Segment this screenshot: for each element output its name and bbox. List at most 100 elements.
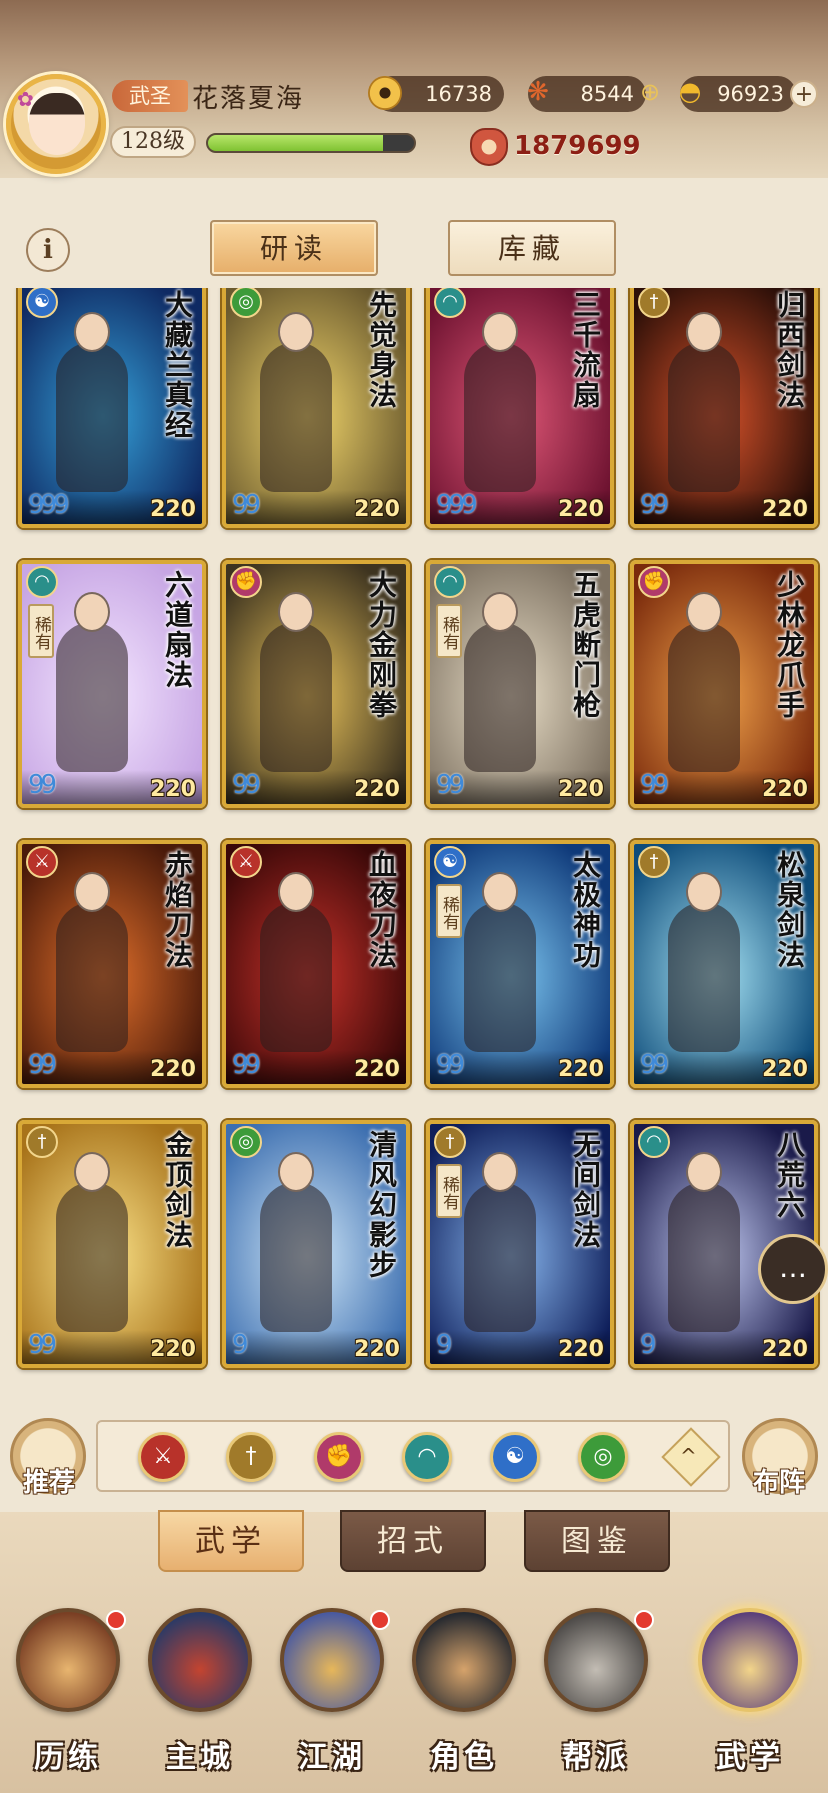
card-character-figure (260, 342, 332, 492)
avatar-face (29, 93, 85, 155)
card-title: 清风幻影步 (365, 1130, 398, 1280)
card-title: 金顶剑法 (161, 1130, 194, 1250)
card-star-marks: 99 (28, 1050, 57, 1080)
card-title: 八荒六 (773, 1130, 806, 1220)
card-title: 六道扇法 (161, 570, 194, 690)
card-title: 五虎断门枪 (569, 570, 602, 720)
card-star-marks: 99 (640, 490, 669, 520)
card-character-figure (56, 902, 128, 1052)
card-level: 220 (354, 777, 400, 802)
nav-item[interactable]: 江湖 (270, 1608, 390, 1788)
martial-arts-card[interactable]: ☯ 大藏兰真经 999 220 (18, 288, 206, 528)
fan-element-icon: ◠ (434, 566, 466, 598)
card-level: 220 (762, 777, 808, 802)
martial-arts-card[interactable]: ◠ 三千流扇 999 220 (426, 288, 614, 528)
card-star-marks: 9 (232, 1330, 248, 1360)
card-star-marks: 99 (436, 770, 465, 800)
martial-arts-card[interactable]: ✊ 少林龙爪手 99 220 (630, 560, 818, 808)
fan-element-icon: ◠ (638, 1126, 670, 1158)
coin-icon (368, 76, 402, 110)
card-title: 大藏兰真经 (161, 290, 194, 440)
card-level: 220 (354, 1057, 400, 1082)
card-level: 220 (150, 777, 196, 802)
martial-arts-card[interactable]: † 无间剑法 9 220 稀有 (426, 1120, 614, 1368)
sword-element-icon: † (26, 1126, 58, 1158)
card-star-marks: 99 (28, 770, 57, 800)
card-star-marks: 99 (232, 1050, 261, 1080)
card-character-figure (668, 902, 740, 1052)
nav-item[interactable]: 武学 (688, 1608, 806, 1788)
add-gold-button[interactable]: + (790, 80, 818, 108)
card-character-head (278, 312, 314, 352)
sword-filter-icon[interactable]: † (226, 1432, 276, 1482)
collapse-filter-button[interactable]: ^ (661, 1427, 721, 1487)
nav-item[interactable]: 主城 (138, 1608, 256, 1788)
tab-codex[interactable]: 图鉴 (524, 1510, 670, 1572)
wind-filter-icon[interactable]: ◎ (578, 1432, 628, 1482)
rare-badge: 稀有 (436, 1164, 462, 1218)
sword-element-icon: † (638, 846, 670, 878)
fan-filter-icon[interactable]: ◠ (402, 1432, 452, 1482)
card-level: 220 (558, 497, 604, 522)
card-character-head (74, 312, 110, 352)
token-plus-icon[interactable]: ⊕ (632, 72, 668, 112)
tab-storage[interactable]: 库藏 (448, 220, 616, 276)
chat-bubble-icon[interactable]: … (758, 1234, 828, 1304)
notification-dot (634, 1610, 654, 1630)
fan-element-icon: ◠ (26, 566, 58, 598)
tab-moves[interactable]: 招式 (340, 1510, 486, 1572)
martial-arts-card[interactable]: † 金顶剑法 99 220 (18, 1120, 206, 1368)
martial-arts-card[interactable]: ✊ 大力金刚拳 99 220 (222, 560, 410, 808)
player-avatar[interactable]: ✿ (6, 74, 106, 174)
card-character-figure (260, 622, 332, 772)
card-title: 少林龙爪手 (773, 570, 806, 720)
martial-arts-card[interactable]: ☯ 太极神功 99 220 稀有 (426, 840, 614, 1088)
tab-study[interactable]: 研读 (210, 220, 378, 276)
gold-ingot-icon: ◓ (678, 77, 702, 107)
card-character-figure (260, 902, 332, 1052)
nav-item[interactable]: 帮派 (534, 1608, 654, 1788)
card-character-head (482, 872, 518, 912)
taiji-filter-icon[interactable]: ☯ (490, 1432, 540, 1482)
martial-arts-card[interactable]: ◠ 六道扇法 99 220 稀有 (18, 560, 206, 808)
blade-filter-icon[interactable]: ⚔ (138, 1432, 188, 1482)
card-character-figure (464, 1182, 536, 1332)
nav-label: 武学 (716, 1740, 784, 1775)
card-character-figure (260, 1182, 332, 1332)
card-character-figure (668, 342, 740, 492)
card-star-marks: 999 (28, 490, 70, 520)
martial-arts-card[interactable]: † 归西剑法 99 220 (630, 288, 818, 528)
fist-filter-icon[interactable]: ✊ (314, 1432, 364, 1482)
card-character-figure (464, 902, 536, 1052)
wind-element-icon: ◎ (230, 1126, 262, 1158)
card-title: 血夜刀法 (365, 850, 398, 970)
martial-arts-card[interactable]: ⚔ 赤焰刀法 99 220 (18, 840, 206, 1088)
card-star-marks: 9 (436, 1330, 452, 1360)
combat-power-value: 1879699 (514, 131, 641, 161)
martial-arts-card[interactable]: ⚔ 血夜刀法 99 220 (222, 840, 410, 1088)
nav-icon (280, 1608, 384, 1712)
fist-element-icon: ✊ (638, 566, 670, 598)
card-character-head (482, 592, 518, 632)
card-character-head (686, 592, 722, 632)
nav-item[interactable]: 历练 (6, 1608, 126, 1788)
nav-label: 主城 (166, 1740, 234, 1775)
rare-badge: 稀有 (436, 604, 462, 658)
card-level: 220 (558, 1057, 604, 1082)
martial-arts-card[interactable]: ◠ 五虎断门枪 99 220 稀有 (426, 560, 614, 808)
info-button[interactable]: i (26, 228, 70, 272)
card-level: 220 (354, 1337, 400, 1362)
card-title: 无间剑法 (569, 1130, 602, 1250)
nav-item[interactable]: 角色 (402, 1608, 520, 1788)
card-star-marks: 99 (436, 1050, 465, 1080)
blade-element-icon: ⚔ (230, 846, 262, 878)
flower-icon: ✿ (17, 87, 34, 111)
martial-arts-card[interactable]: ◎ 清风幻影步 9 220 (222, 1120, 410, 1368)
martial-arts-card[interactable]: † 松泉剑法 99 220 (630, 840, 818, 1088)
taiji-element-icon: ☯ (434, 846, 466, 878)
tab-martial-arts[interactable]: 武学 (158, 1510, 304, 1572)
card-title: 三千流扇 (569, 290, 602, 410)
sword-element-icon: † (434, 1126, 466, 1158)
combat-power-icon (470, 128, 508, 166)
martial-arts-card[interactable]: ◎ 先觉身法 99 220 (222, 288, 410, 528)
